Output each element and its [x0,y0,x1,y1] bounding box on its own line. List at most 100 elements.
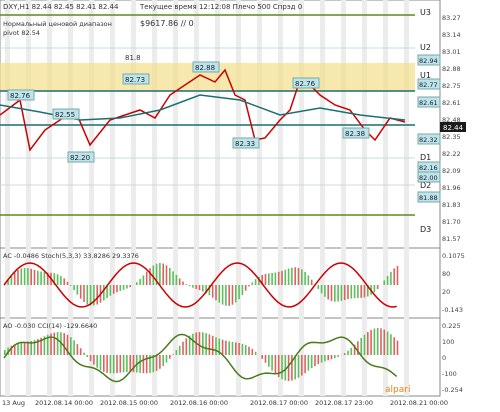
stripe [320,0,325,396]
ao-bar [245,345,247,355]
ao-bar [298,355,300,378]
ao-bar [275,355,277,374]
stripe [257,0,262,396]
ac-bar [126,285,128,289]
ac-bar [199,285,201,290]
ao-bar [252,349,254,355]
ac-bar [146,272,148,285]
ao-tick: 0.225 [442,322,461,330]
ac-bar [149,268,151,285]
time-axis: 13 Aug2012.08.14 00:002012.08.15 00:0020… [2,399,448,407]
ao-bar [271,355,273,371]
ac-bar [139,279,141,285]
stripe [404,0,409,396]
value-tag: 82.00 [419,174,438,182]
ac-bar [159,263,161,285]
ao-bar [176,350,178,355]
ao-title: AO -0.030 CCI(14) -129.6640 [3,322,97,330]
ao-bar [232,342,234,355]
ao-bar [370,330,372,355]
ac-bar [225,285,227,306]
ao-bar [192,334,194,355]
ac-bar [110,285,112,296]
stripe [152,0,157,396]
ac-bar [30,269,32,285]
ac-bar [360,285,362,298]
ac-bar [63,278,65,285]
price-tick: 82.61 [442,99,461,107]
ac-bar [294,267,296,285]
ac-bar [67,282,69,285]
ao-bar [327,355,329,360]
ac-bar [189,285,191,286]
ac-tick: 0.1075 [442,252,465,260]
ao-bar [331,355,333,359]
ac-bar [162,264,164,285]
ao-bar [205,333,207,355]
price-tag: 82.38 [345,130,365,138]
ao-bar [159,355,161,369]
ao-bar [268,355,270,367]
ao-tick: 100 [442,338,454,346]
ao-bar [57,332,59,355]
ao-bar [225,341,227,355]
ao-bar [143,355,145,373]
time-tick: 2012.08.21 00:00 [390,399,448,407]
value-tag: 82.32 [419,136,438,144]
price-tick: 81.70 [442,218,461,226]
ac-bar [374,285,376,292]
ac-bar [331,285,333,301]
ac-bar [57,274,59,285]
ac-bar [298,268,300,285]
ao-bar [129,355,131,372]
price-tick: 82.09 [442,167,461,175]
ao-bar [344,353,346,355]
ao-bar [337,355,339,357]
ac-bar [265,274,267,285]
value-tag: 82.16 [419,164,438,172]
ao-bar [186,338,188,355]
ac-bar [301,269,303,285]
ao-bar [106,355,108,373]
top-level-label: 81.8 [125,54,141,62]
ao-bar [182,342,184,355]
ac-bar [278,272,280,285]
ac-bar [281,271,283,285]
ao-bar [27,342,29,355]
ac-bar [321,285,323,293]
ac-tick: -0.143 [442,306,463,314]
stripe [299,0,304,396]
time-tick: 13 Aug [2,399,25,407]
ac-bar [364,285,366,297]
ao-bar [21,343,23,355]
ac-bar [77,285,79,295]
ao-bar [73,340,75,355]
ac-axis: 0.10758020-0.143 [442,252,465,314]
ao-bar [156,355,158,371]
ao-bar [93,355,95,365]
ao-bar [242,344,244,355]
price-tick: 82.88 [442,65,461,73]
ao-bar [123,355,125,372]
ao-bar [393,337,395,355]
ao-bar [172,354,174,355]
price-tick: 82.22 [442,150,461,158]
ac-bar [70,285,72,286]
ao-bar [238,343,240,355]
ac-bar [235,285,237,302]
ac-bar [44,272,46,285]
ao-bar [179,346,181,355]
ao-bar [63,333,65,355]
ac-bar [21,268,23,285]
ao-bar [265,355,267,363]
subtitle-1: Нормальный ценовой диапазон [3,20,112,28]
ao-bar [288,355,290,381]
ac-bar [308,275,310,285]
ac-bar [37,271,39,285]
ac-bar [73,285,75,290]
ao-bar [304,355,306,373]
price-tag: 82.20 [70,154,90,162]
ac-bar [357,285,359,298]
ac-bar [242,285,244,295]
ao-bar [209,334,211,355]
